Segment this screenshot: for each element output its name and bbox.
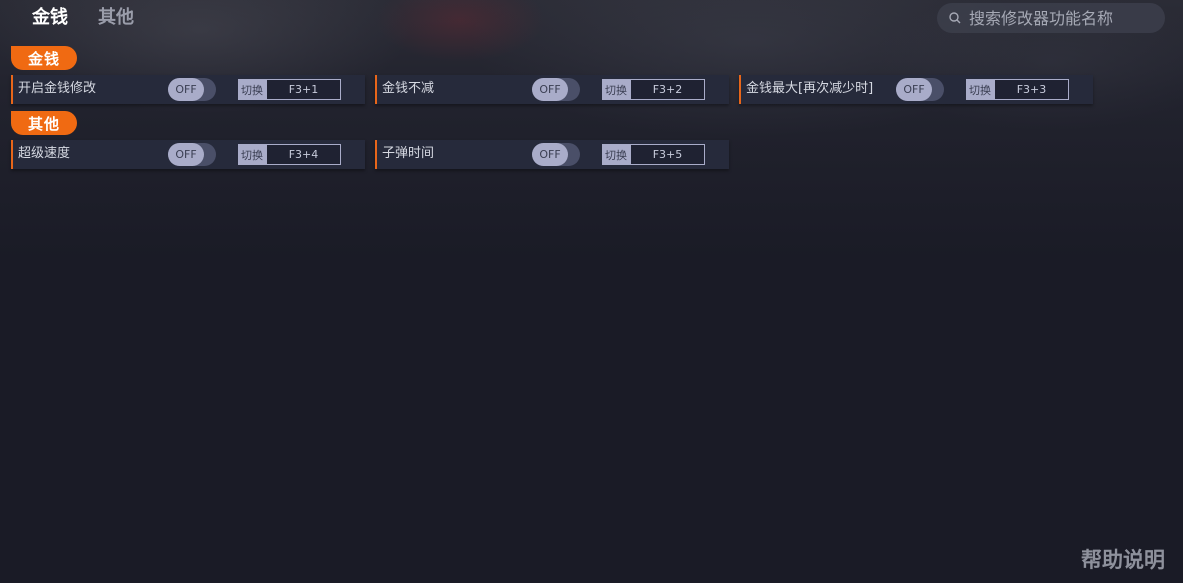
section-header-money: 金钱 <box>11 46 77 70</box>
cheat-card-bullet-time: 子弹时间 OFF 切换 F3+5 <box>375 140 729 169</box>
hotkey-label: 切换 <box>238 79 266 100</box>
tab-other[interactable]: 其他 <box>98 6 134 30</box>
hotkey-field[interactable]: F3+4 <box>266 144 341 165</box>
cheat-card-money-no-decrease: 金钱不减 OFF 切换 F3+2 <box>375 75 729 104</box>
hotkey-label: 切换 <box>966 79 994 100</box>
cheat-card-money-max: 金钱最大[再次减少时] OFF 切换 F3+3 <box>739 75 1093 104</box>
hotkey-field[interactable]: F3+2 <box>630 79 705 100</box>
toggle-state: OFF <box>532 143 568 166</box>
hotkey-field[interactable]: F3+1 <box>266 79 341 100</box>
cheat-label: 超级速度 <box>18 146 71 161</box>
hotkey-field[interactable]: F3+5 <box>630 144 705 165</box>
toggle-switch[interactable]: OFF <box>168 78 216 101</box>
cheat-label: 金钱最大[再次减少时] <box>746 81 874 96</box>
toggle-switch[interactable]: OFF <box>532 143 580 166</box>
cheat-label: 金钱不减 <box>382 81 435 96</box>
cheat-label: 子弹时间 <box>382 146 435 161</box>
toggle-switch[interactable]: OFF <box>896 78 944 101</box>
hotkey-field[interactable]: F3+3 <box>994 79 1069 100</box>
toggle-state: OFF <box>168 143 204 166</box>
search-icon <box>949 12 961 24</box>
section-header-other: 其他 <box>11 111 77 135</box>
help-button[interactable]: 帮助说明 <box>1081 544 1165 574</box>
cheat-card-super-speed: 超级速度 OFF 切换 F3+4 <box>11 140 365 169</box>
top-tab-bar: 金钱 其他 <box>32 6 134 30</box>
toggle-switch[interactable]: OFF <box>532 78 580 101</box>
search-box[interactable] <box>937 3 1165 33</box>
background-art <box>0 0 1183 260</box>
tab-money[interactable]: 金钱 <box>32 6 68 30</box>
toggle-state: OFF <box>168 78 204 101</box>
toggle-state: OFF <box>896 78 932 101</box>
toggle-switch[interactable]: OFF <box>168 143 216 166</box>
search-input[interactable] <box>969 8 1154 28</box>
hotkey-label: 切换 <box>602 79 630 100</box>
cheat-card-enable-money: 开启金钱修改 OFF 切换 F3+1 <box>11 75 365 104</box>
cheat-label: 开启金钱修改 <box>18 81 97 96</box>
hotkey-label: 切换 <box>238 144 266 165</box>
toggle-state: OFF <box>532 78 568 101</box>
hotkey-label: 切换 <box>602 144 630 165</box>
